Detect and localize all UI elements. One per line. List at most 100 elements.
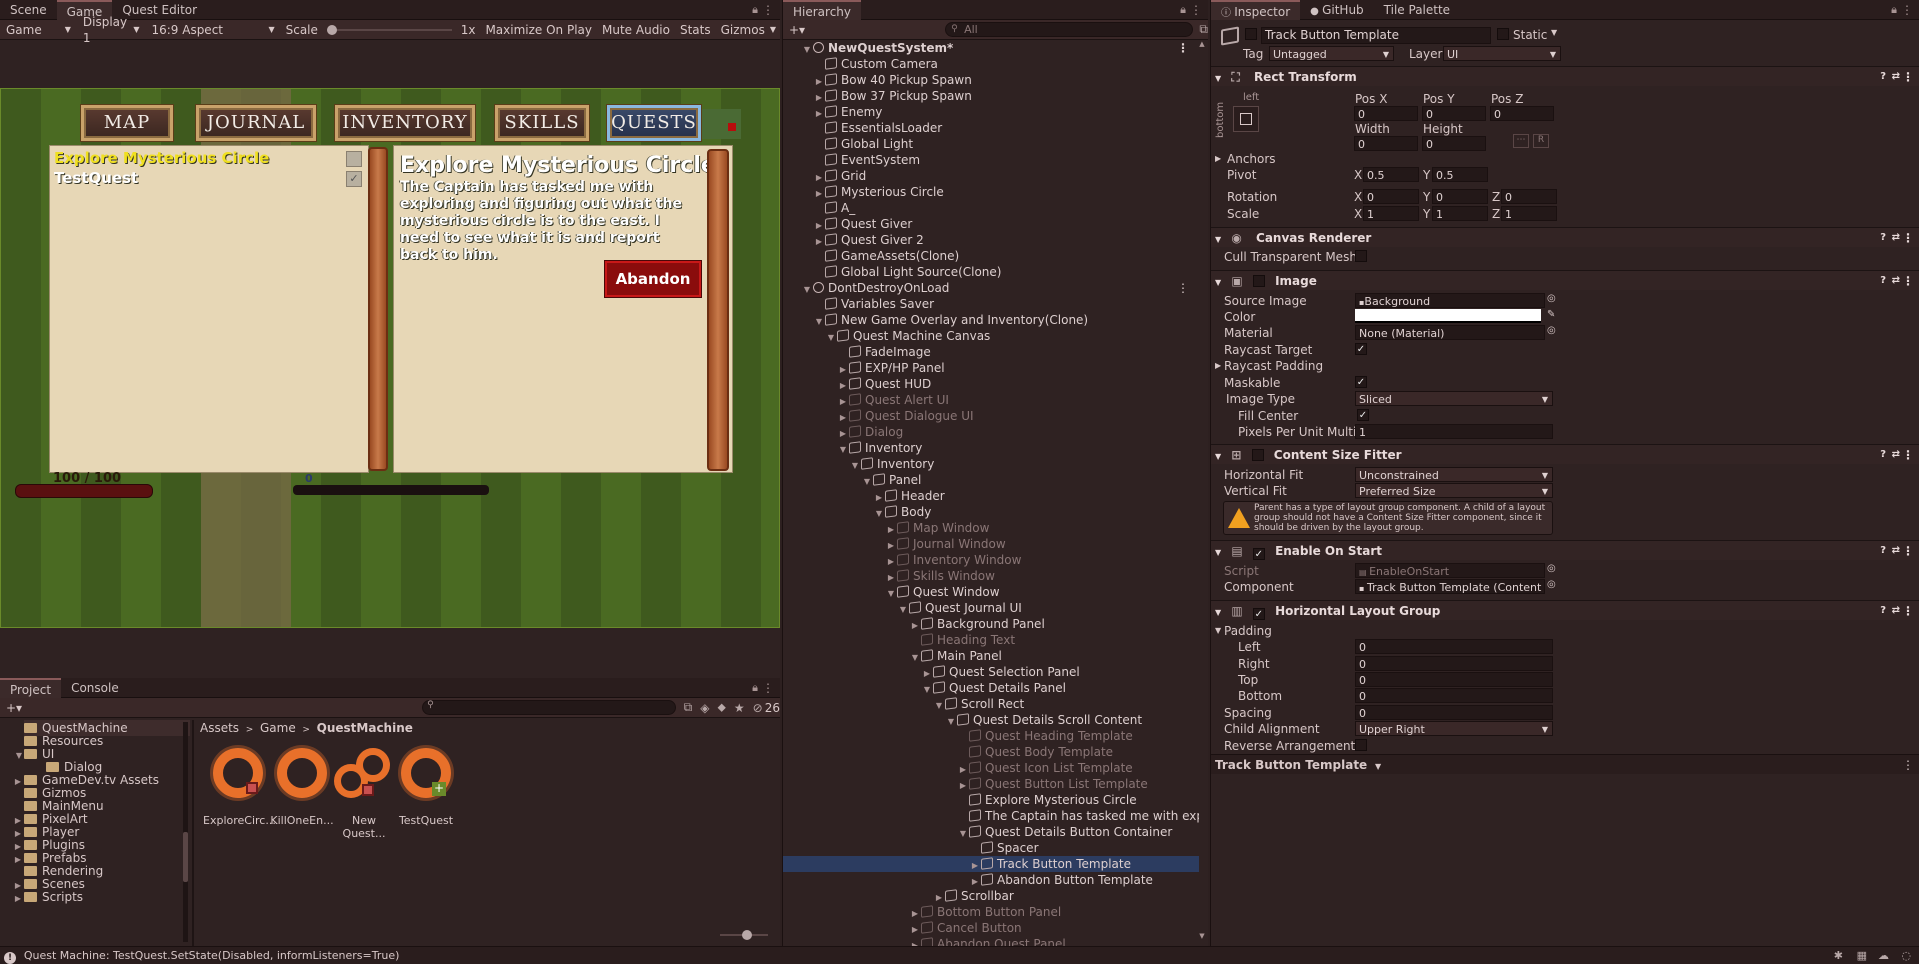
quest-list-scrollbar[interactable]	[368, 147, 388, 471]
help-icon[interactable]: ?	[1880, 541, 1886, 561]
preset-icon[interactable]: ⇄	[1892, 541, 1900, 561]
hierarchy-row[interactable]: Global Light	[783, 136, 1199, 152]
hierarchy-row[interactable]: ▶ Quest Dialogue UI	[783, 408, 1199, 424]
nav-inventory-button[interactable]: INVENTORY	[334, 104, 476, 142]
footer-object-name[interactable]: Track Button Template	[1215, 758, 1367, 772]
hierarchy-row[interactable]: ▼ Scroll Rect	[783, 696, 1199, 712]
pad-bottom-field[interactable]: 0	[1355, 688, 1553, 703]
padding-label[interactable]: Padding	[1224, 624, 1272, 638]
pad-top-field[interactable]: 0	[1355, 672, 1553, 687]
icon-size-slider[interactable]	[720, 930, 768, 940]
anchor-preset-button[interactable]	[1233, 106, 1259, 132]
hierarchy-row[interactable]: ▼ Quest Machine Canvas	[783, 328, 1199, 344]
help-icon[interactable]: ?	[1880, 445, 1886, 465]
csf-enabled-checkbox[interactable]	[1251, 449, 1264, 461]
rotation-x-field[interactable]: 0	[1363, 189, 1419, 204]
maximize-on-play-toggle[interactable]: Maximize On Play	[480, 23, 597, 37]
help-icon[interactable]: ?	[1880, 228, 1886, 248]
hfit-dropdown[interactable]: Unconstrained ▼	[1355, 467, 1553, 482]
hierarchy-scene-row[interactable]: ▼ DontDestroyOnLoad ⋮	[783, 280, 1199, 296]
foldout-triangle-icon[interactable]: ▼	[1215, 452, 1221, 461]
csf-header[interactable]: ▼ ⊞ Content Size Fitter ? ⇄ ⋮	[1211, 444, 1919, 464]
hierarchy-row[interactable]: Custom Camera	[783, 56, 1199, 72]
filter-tag-icon[interactable]: ⬥	[717, 700, 725, 715]
raycast-target-checkbox[interactable]: ✓	[1355, 343, 1367, 355]
posy-field[interactable]: 0	[1422, 106, 1486, 121]
ppu-field[interactable]: 1	[1355, 424, 1553, 439]
foldout-triangle-icon[interactable]: ▶	[1215, 154, 1221, 163]
nav-map-button[interactable]: MAP	[80, 104, 174, 142]
hierarchy-row[interactable]: ▶ Quest Giver	[783, 216, 1199, 232]
nav-skills-button[interactable]: SKILLS	[494, 104, 590, 142]
cull-checkbox[interactable]	[1355, 250, 1367, 262]
pad-right-field[interactable]: 0	[1355, 656, 1553, 671]
eyedropper-icon[interactable]: ✎	[1547, 309, 1555, 320]
preset-icon[interactable]: ⇄	[1892, 271, 1900, 291]
scale-slider-handle[interactable]	[326, 24, 337, 35]
spacing-field[interactable]: 0	[1355, 705, 1553, 720]
hierarchy-row[interactable]: ▶ Quest Icon List Template	[783, 760, 1199, 776]
expand-triangle-icon[interactable]: ▼	[14, 748, 24, 764]
child-alignment-dropdown[interactable]: Upper Right ▼	[1355, 721, 1553, 736]
hierarchy-row[interactable]: Variables Saver	[783, 296, 1199, 312]
hierarchy-row[interactable]: ▶ Quest Selection Panel	[783, 664, 1199, 680]
hierarchy-row[interactable]: Spacer	[783, 840, 1199, 856]
create-object-icon[interactable]: +▾	[789, 23, 805, 37]
hierarchy-row[interactable]: Quest Heading Template	[783, 728, 1199, 744]
expand-triangle-icon[interactable]: ▶	[909, 938, 921, 946]
scene-menu-icon[interactable]: ⋮	[1177, 40, 1189, 56]
chevron-down-icon[interactable]: ▼	[1375, 762, 1381, 771]
height-field[interactable]: 0	[1422, 136, 1486, 151]
hierarchy-row[interactable]: ▶ Inventory Window	[783, 552, 1199, 568]
expand-triangle-icon[interactable]: ▶	[12, 774, 24, 790]
hierarchy-row[interactable]: ▶ Abandon Quest Panel	[783, 936, 1199, 946]
scene-menu-icon[interactable]: ⋮	[1177, 280, 1189, 296]
panel-lock-icon[interactable]: 🔒︎	[752, 681, 758, 695]
pivot-x-field[interactable]: 0.5	[1363, 167, 1419, 182]
foldout-triangle-icon[interactable]: ▼	[1215, 235, 1221, 244]
preset-icon[interactable]: ⇄	[1892, 445, 1900, 465]
panel-lock-icon[interactable]: 🔒︎	[752, 3, 758, 17]
foldout-triangle-icon[interactable]: ▼	[1215, 74, 1221, 83]
source-image-field[interactable]: ▪︎Background	[1355, 293, 1545, 308]
hierarchy-row[interactable]: ▶ Dialog	[783, 424, 1199, 440]
object-picker-icon[interactable]: ◎	[1547, 579, 1556, 590]
quest-list-item[interactable]: TestQuest	[54, 169, 138, 187]
icon-size-slider-handle[interactable]	[742, 930, 752, 940]
hierarchy-row[interactable]: Heading Text	[783, 632, 1199, 648]
hierarchy-row[interactable]: ▼ Quest Journal UI	[783, 600, 1199, 616]
hierarchy-row[interactable]: ▶ Bow 40 Pickup Spawn	[783, 72, 1199, 88]
hierarchy-row[interactable]: FadeImage	[783, 344, 1199, 360]
abandon-button[interactable]: Abandon	[604, 260, 702, 298]
hierarchy-row[interactable]: ▼ New Game Overlay and Inventory(Clone)	[783, 312, 1199, 328]
hierarchy-row[interactable]: ▶ Skills Window	[783, 568, 1199, 584]
hierarchy-scrollbar[interactable]: ▲ ▼	[1197, 40, 1207, 940]
project-divider[interactable]	[192, 720, 194, 946]
tab-tile-palette[interactable]: Tile Palette	[1374, 0, 1460, 20]
track-toggle-icon[interactable]	[346, 151, 362, 167]
pad-left-field[interactable]: 0	[1355, 639, 1553, 654]
folder-scripts[interactable]: ▶ Scripts	[12, 889, 83, 905]
width-field[interactable]: 0	[1354, 136, 1418, 151]
hierarchy-row[interactable]: ▼ Quest Details Scroll Content	[783, 712, 1199, 728]
foldout-triangle-icon[interactable]: ▼	[1215, 626, 1221, 635]
game-viewport[interactable]: MAP JOURNAL INVENTORY SKILLS QUESTS Expl…	[0, 88, 780, 628]
hierarchy-row[interactable]: ▶ Mysterious Circle	[783, 184, 1199, 200]
tab-project[interactable]: Project	[0, 677, 62, 698]
folder-tree-scrollbar[interactable]	[183, 722, 188, 942]
status-message[interactable]: Quest Machine: TestQuest.SetState(Disabl…	[24, 949, 400, 962]
hierarchy-row[interactable]: ▼ Quest Window	[783, 584, 1199, 600]
hierarchy-row[interactable]: ▶ Quest Giver 2	[783, 232, 1199, 248]
hierarchy-row[interactable]: EventSystem	[783, 152, 1199, 168]
foldout-triangle-icon[interactable]: ▼	[1215, 608, 1221, 617]
panel-menu-icon[interactable]: ⋮	[1901, 3, 1913, 17]
nav-quests-button[interactable]: QUESTS	[606, 104, 702, 142]
hierarchy-row[interactable]: The Captain has tasked me with exploring…	[783, 808, 1199, 824]
cache-server-icon[interactable]: ▦	[1857, 947, 1867, 964]
help-icon[interactable]: ?	[1880, 67, 1886, 87]
hierarchy-row[interactable]: ▶ Quest Alert UI	[783, 392, 1199, 408]
anchors-label[interactable]: Anchors	[1227, 152, 1276, 166]
object-picker-icon[interactable]: ◎	[1547, 293, 1556, 304]
hierarchy-row[interactable]: Explore Mysterious Circle	[783, 792, 1199, 808]
hierarchy-row[interactable]: ▶ Track Button Template	[783, 856, 1199, 872]
